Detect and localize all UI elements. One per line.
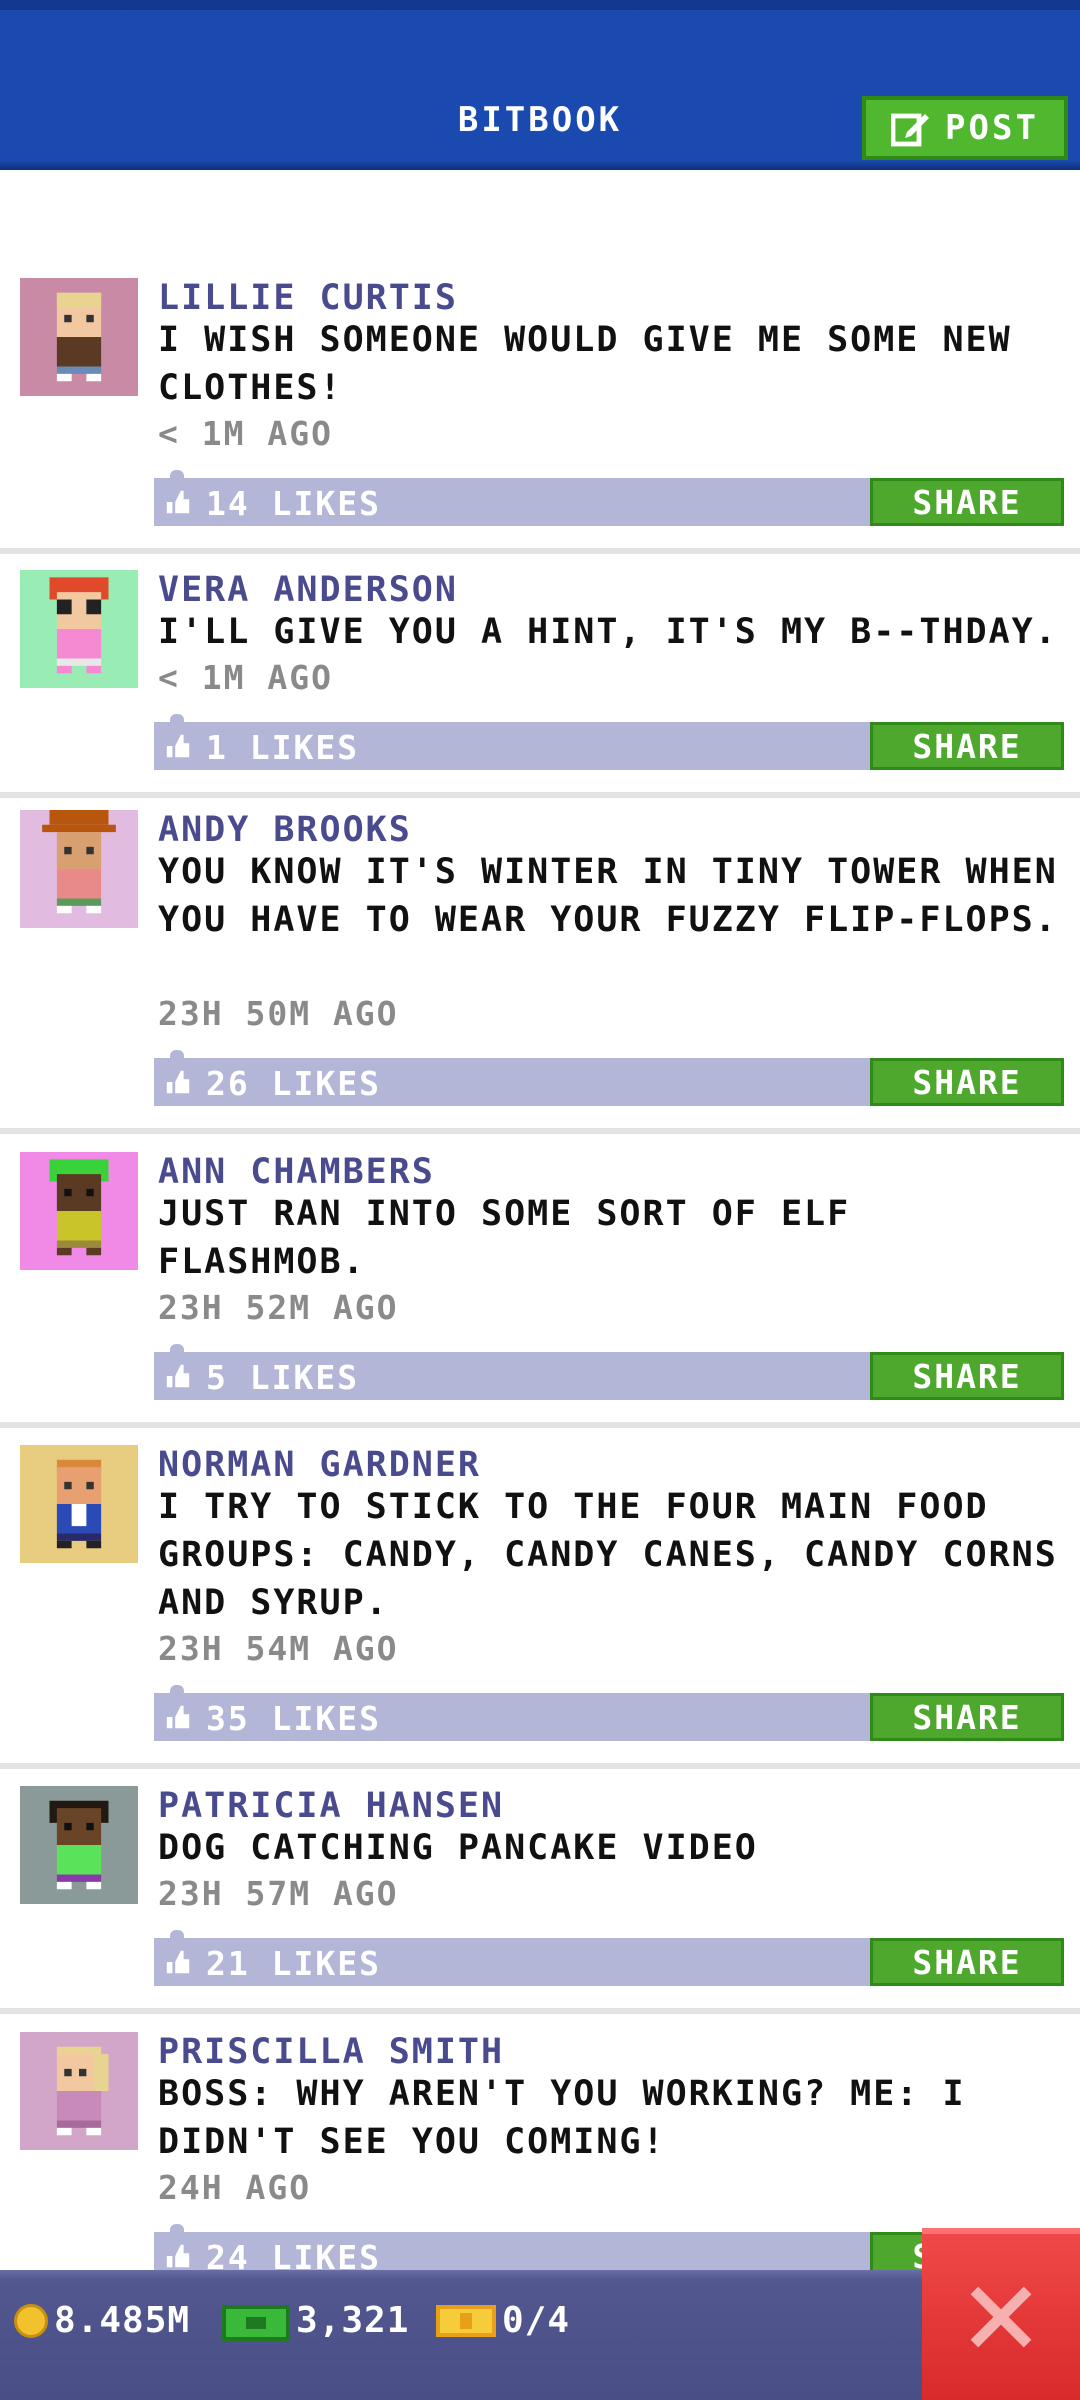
bux-icon: [222, 2304, 290, 2341]
likes-bar-tab: [170, 1344, 184, 1354]
post-time: 24H AGO: [158, 2168, 312, 2207]
avatar-image: [20, 570, 138, 688]
likes-bar: 5 LIKES SHARE: [154, 1344, 1064, 1400]
post-author[interactable]: ANDY BROOKS: [158, 810, 412, 850]
share-button[interactable]: SHARE: [870, 478, 1064, 526]
thumbs-up-icon: [166, 490, 190, 514]
likes-count: 1 LIKES: [206, 728, 360, 767]
edit-icon: [891, 113, 930, 147]
coins-stat[interactable]: 8.485M: [14, 2300, 190, 2341]
avatar-image: [20, 2032, 138, 2150]
bux-stat[interactable]: 3,321: [222, 2300, 409, 2341]
avatar[interactable]: [20, 810, 138, 928]
post-time: 23H 57M AGO: [158, 1874, 399, 1913]
avatar-image: [20, 1445, 138, 1563]
divider: [0, 792, 1080, 798]
avatar-image: [20, 810, 138, 928]
coins-value: 8.485M: [54, 2300, 191, 2341]
post-time: < 1M AGO: [158, 414, 333, 453]
post-author[interactable]: ANN CHAMBERS: [158, 1152, 435, 1192]
post-text: JUST RAN INTO SOME SORT OF ELF FLASHMOB.: [158, 1194, 851, 1282]
likes-count: 35 LIKES: [206, 1699, 381, 1738]
post-time: 23H 54M AGO: [158, 1629, 399, 1668]
likes-bar-tab: [170, 1685, 184, 1695]
post-author[interactable]: PRISCILLA SMITH: [158, 2032, 504, 2072]
post-text: I TRY TO STICK TO THE FOUR MAIN FOOD GRO…: [158, 1487, 1058, 1623]
post-time: 23H 50M AGO: [158, 994, 399, 1033]
bux-value: 3,321: [296, 2300, 410, 2341]
currency-bar: 8.485M 3,321 0/4: [0, 2270, 1080, 2400]
likes-bar-tab: [170, 714, 184, 724]
share-button[interactable]: SHARE: [870, 1938, 1064, 1986]
share-button[interactable]: SHARE: [870, 1058, 1064, 1106]
post-author[interactable]: NORMAN GARDNER: [158, 1445, 481, 1485]
post-text: I'LL GIVE YOU A HINT, IT'S MY B--THDAY.: [158, 612, 1058, 652]
post-text: BOSS: WHY AREN'T YOU WORKING? ME: I DIDN…: [158, 2074, 966, 2162]
likes-bar: 14 LIKES SHARE: [154, 470, 1064, 526]
post-time: 23H 52M AGO: [158, 1288, 399, 1327]
likes-bar-tab: [170, 1930, 184, 1940]
post-text: I WISH SOMEONE WOULD GIVE ME SOME NEW CL…: [158, 320, 1012, 408]
app-header: BITBOOK POST: [0, 0, 1080, 170]
ticket-icon: [436, 2304, 496, 2337]
avatar[interactable]: [20, 2032, 138, 2150]
thumbs-up-icon: [166, 1950, 190, 1974]
tickets-stat[interactable]: 0/4: [436, 2300, 570, 2341]
post-button-label: POST: [945, 108, 1039, 148]
share-button[interactable]: SHARE: [870, 722, 1064, 770]
close-button[interactable]: [922, 2228, 1080, 2400]
likes-bar-tab: [170, 470, 184, 480]
thumbs-up-icon: [166, 1705, 190, 1729]
likes-bar: 35 LIKES SHARE: [154, 1685, 1064, 1741]
close-icon: [970, 2286, 1032, 2348]
divider: [0, 1128, 1080, 1134]
thumbs-up-icon: [166, 734, 190, 758]
post-button[interactable]: POST: [862, 96, 1068, 160]
post-author[interactable]: PATRICIA HANSEN: [158, 1786, 504, 1826]
tickets-value: 0/4: [502, 2300, 571, 2341]
thumbs-up-icon: [166, 1070, 190, 1094]
likes-bar-tab: [170, 1050, 184, 1060]
avatar-image: [20, 1786, 138, 1904]
thumbs-up-icon: [166, 1364, 190, 1388]
post-text: YOU KNOW IT'S WINTER IN TINY TOWER WHEN …: [158, 852, 1058, 940]
likes-count: 14 LIKES: [206, 484, 381, 523]
avatar[interactable]: [20, 1445, 138, 1563]
divider: [0, 1422, 1080, 1428]
avatar[interactable]: [20, 570, 138, 688]
thumbs-up-icon: [166, 2244, 190, 2268]
header-top-stripe: [0, 0, 1080, 10]
avatar[interactable]: [20, 1152, 138, 1270]
likes-bar: 21 LIKES SHARE: [154, 1930, 1064, 1986]
feed-list[interactable]: LILLIE CURTIS I WISH SOMEONE WOULD GIVE …: [0, 170, 1080, 2270]
avatar-image: [20, 1152, 138, 1270]
divider: [0, 1763, 1080, 1769]
share-button[interactable]: SHARE: [870, 1693, 1064, 1741]
post-author[interactable]: VERA ANDERSON: [158, 570, 458, 610]
likes-bar: 26 LIKES SHARE: [154, 1050, 1064, 1106]
likes-bar: 1 LIKES SHARE: [154, 714, 1064, 770]
avatar[interactable]: [20, 278, 138, 396]
post-text: DOG CATCHING PANCAKE VIDEO: [158, 1828, 758, 1868]
likes-count: 26 LIKES: [206, 1064, 381, 1103]
avatar-image: [20, 278, 138, 396]
divider: [0, 2008, 1080, 2014]
likes-count: 21 LIKES: [206, 1944, 381, 1983]
post-time: < 1M AGO: [158, 658, 333, 697]
coin-icon: [14, 2303, 48, 2338]
divider: [0, 548, 1080, 554]
post-author[interactable]: LILLIE CURTIS: [158, 278, 458, 318]
share-button[interactable]: SHARE: [870, 1352, 1064, 1400]
likes-count: 24 LIKES: [206, 2238, 381, 2270]
avatar[interactable]: [20, 1786, 138, 1904]
likes-bar-tab: [170, 2224, 184, 2234]
likes-count: 5 LIKES: [206, 1358, 360, 1397]
